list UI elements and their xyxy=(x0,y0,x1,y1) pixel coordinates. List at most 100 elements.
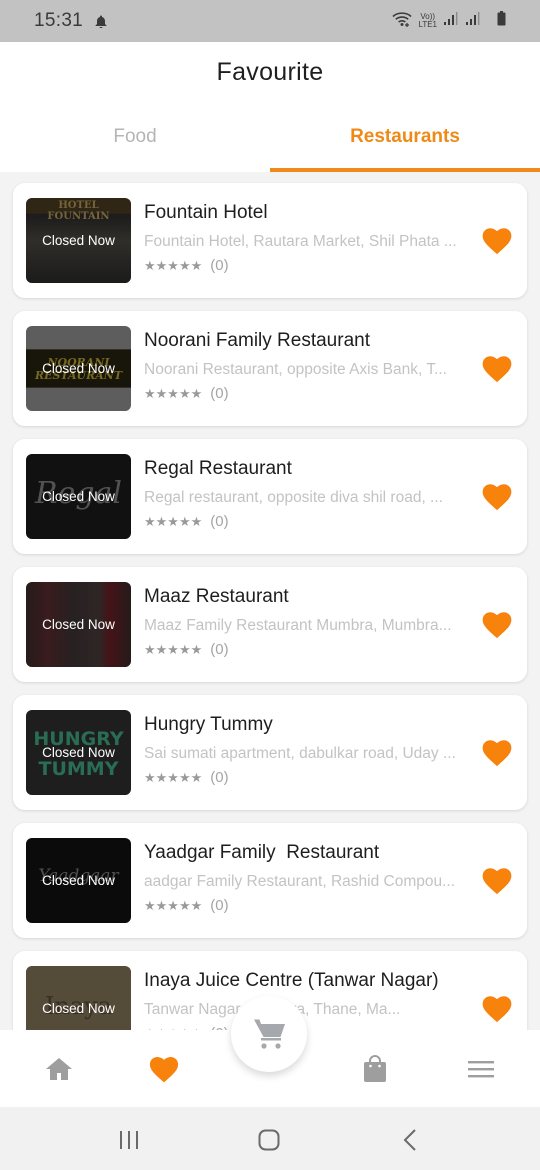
back-button[interactable] xyxy=(395,1125,425,1155)
rating: ★★★★★ (0) xyxy=(144,897,474,914)
restaurant-thumbnail: Inaya Closed Now xyxy=(26,966,131,1030)
header: Favourite Food Restaurants xyxy=(0,42,540,172)
restaurant-card[interactable]: Regal Closed Now Regal Restaurant Regal … xyxy=(13,439,527,554)
cart-icon xyxy=(254,1019,285,1049)
star-rating-icon: ★★★★★ xyxy=(144,385,203,401)
system-home-button[interactable] xyxy=(254,1125,284,1155)
restaurant-thumbnail: NOORANI RESTAURANT Closed Now xyxy=(26,326,131,411)
rating-count: (0) xyxy=(210,641,229,658)
restaurant-address: Tanwar Nagar, Mumbra, Thane, Ma... xyxy=(144,1001,401,1018)
battery-icon xyxy=(497,11,506,31)
restaurant-name[interactable]: Hungry Tummy xyxy=(144,714,474,736)
rating: ★★★★★ (0) xyxy=(144,641,474,658)
restaurant-card[interactable]: HUNGRY TUMMY Closed Now Hungry Tummy Sai… xyxy=(13,695,527,810)
star-rating-icon: ★★★★★ xyxy=(144,769,203,785)
favourite-heart-icon[interactable] xyxy=(482,867,512,895)
menu-icon xyxy=(468,1061,494,1078)
favourite-heart-icon[interactable] xyxy=(482,483,512,511)
closed-now-label: Closed Now xyxy=(42,361,115,376)
restaurant-info: Fountain Hotel Fountain Hotel, Rautara M… xyxy=(144,202,474,274)
thumbnail-overlay: Closed Now xyxy=(26,454,131,539)
favourite-heart-icon[interactable] xyxy=(482,739,512,767)
restaurant-address: Maaz Family Restaurant Mumbra, Mumbra... xyxy=(144,617,452,634)
restaurant-card[interactable]: NOORANI RESTAURANT Closed Now Noorani Fa… xyxy=(13,311,527,426)
restaurant-thumbnail: HOTEL FOUNTAIN Closed Now xyxy=(26,198,131,283)
favourite-heart-icon[interactable] xyxy=(482,227,512,255)
status-bar: 15:31 Vo)) LTE1 xyxy=(0,0,540,42)
restaurant-name[interactable]: Yaadgar Family Restaurant xyxy=(144,842,474,864)
thumbnail-overlay: Closed Now xyxy=(26,582,131,667)
closed-now-label: Closed Now xyxy=(42,1001,115,1016)
restaurant-thumbnail: Yaadgaar Closed Now xyxy=(26,838,131,923)
favourite-heart-icon[interactable] xyxy=(482,355,512,383)
restaurant-name[interactable]: Regal Restaurant xyxy=(144,458,474,480)
thumbnail-overlay: Closed Now xyxy=(26,966,131,1030)
cart-button[interactable] xyxy=(231,996,307,1072)
restaurant-info: Yaadgar Family Restaurant aadgar Family … xyxy=(144,842,474,914)
thumbnail-overlay: Closed Now xyxy=(26,198,131,283)
rating: ★★★★★ (0) xyxy=(144,513,474,530)
restaurant-name[interactable]: Maaz Restaurant xyxy=(144,586,474,608)
wifi-icon xyxy=(392,11,413,32)
thumbnail-overlay: Closed Now xyxy=(26,838,131,923)
status-time: 15:31 xyxy=(34,10,84,31)
restaurant-card[interactable]: Yaadgaar Closed Now Yaadgar Family Resta… xyxy=(13,823,527,938)
recent-apps-button[interactable] xyxy=(114,1125,144,1155)
volte-lte1-icon: Vo)) LTE1 xyxy=(418,13,437,29)
closed-now-label: Closed Now xyxy=(42,489,115,504)
nav-favourite-button[interactable] xyxy=(147,1052,181,1086)
bell-icon xyxy=(95,15,107,28)
home-icon xyxy=(46,1058,72,1080)
rating-count: (0) xyxy=(210,769,229,786)
restaurant-name[interactable]: Noorani Family Restaurant xyxy=(144,330,474,352)
restaurant-address: Regal restaurant, opposite diva shil roa… xyxy=(144,489,443,506)
restaurant-thumbnail: Closed Now xyxy=(26,582,131,667)
rating-count: (0) xyxy=(210,257,229,274)
restaurant-name[interactable]: Inaya Juice Centre (Tanwar Nagar) xyxy=(144,970,474,992)
restaurant-info: Inaya Juice Centre (Tanwar Nagar) Tanwar… xyxy=(144,970,474,1030)
tab-bar: Food Restaurants xyxy=(0,116,540,172)
restaurant-card[interactable]: Closed Now Maaz Restaurant Maaz Family R… xyxy=(13,567,527,682)
star-rating-icon: ★★★★★ xyxy=(144,641,203,657)
nav-home-button[interactable] xyxy=(42,1052,76,1086)
lte-bottom-text: LTE1 xyxy=(418,20,437,29)
home-circle-icon xyxy=(258,1129,280,1151)
system-nav-bar xyxy=(0,1107,540,1170)
restaurant-info: Hungry Tummy Sai sumati apartment, dabul… xyxy=(144,714,474,786)
signal-icon xyxy=(443,11,459,31)
rating: ★★★★★ (0) xyxy=(144,257,474,274)
page-title: Favourite xyxy=(216,58,324,86)
status-icons: Vo)) LTE1 xyxy=(392,11,506,32)
screen: 15:31 Vo)) LTE1 Favourite Food Restauran… xyxy=(0,0,540,1170)
star-rating-icon: ★★★★★ xyxy=(144,513,203,529)
tab-restaurants[interactable]: Restaurants xyxy=(270,116,540,172)
rating-count: (0) xyxy=(210,385,229,402)
favourite-heart-icon[interactable] xyxy=(482,995,512,1023)
favourite-heart-icon[interactable] xyxy=(482,611,512,639)
thumbnail-overlay: Closed Now xyxy=(26,710,131,795)
rating-count: (0) xyxy=(210,897,229,914)
nav-menu-button[interactable] xyxy=(464,1052,498,1086)
recent-apps-icon xyxy=(120,1131,138,1149)
restaurant-name[interactable]: Fountain Hotel xyxy=(144,202,474,224)
restaurant-info: Regal Restaurant Regal restaurant, oppos… xyxy=(144,458,474,530)
restaurant-card[interactable]: HOTEL FOUNTAIN Closed Now Fountain Hotel… xyxy=(13,183,527,298)
nav-orders-button[interactable] xyxy=(358,1052,392,1086)
restaurant-address: aadgar Family Restaurant, Rashid Compou.… xyxy=(144,873,456,890)
shopping-bag-icon xyxy=(364,1055,386,1082)
tab-food[interactable]: Food xyxy=(0,116,270,172)
restaurant-address: Sai sumati apartment, dabulkar road, Uda… xyxy=(144,745,456,762)
rating-count: (0) xyxy=(210,513,229,530)
closed-now-label: Closed Now xyxy=(42,617,115,632)
restaurant-thumbnail: HUNGRY TUMMY Closed Now xyxy=(26,710,131,795)
closed-now-label: Closed Now xyxy=(42,233,115,248)
back-icon xyxy=(403,1129,416,1151)
restaurant-thumbnail: Regal Closed Now xyxy=(26,454,131,539)
star-rating-icon: ★★★★★ xyxy=(144,257,203,273)
closed-now-label: Closed Now xyxy=(42,873,115,888)
restaurant-info: Maaz Restaurant Maaz Family Restaurant M… xyxy=(144,586,474,658)
heart-icon xyxy=(149,1056,179,1082)
restaurant-info: Noorani Family Restaurant Noorani Restau… xyxy=(144,330,474,402)
star-rating-icon: ★★★★★ xyxy=(144,897,203,913)
restaurant-list[interactable]: HOTEL FOUNTAIN Closed Now Fountain Hotel… xyxy=(0,172,540,1030)
